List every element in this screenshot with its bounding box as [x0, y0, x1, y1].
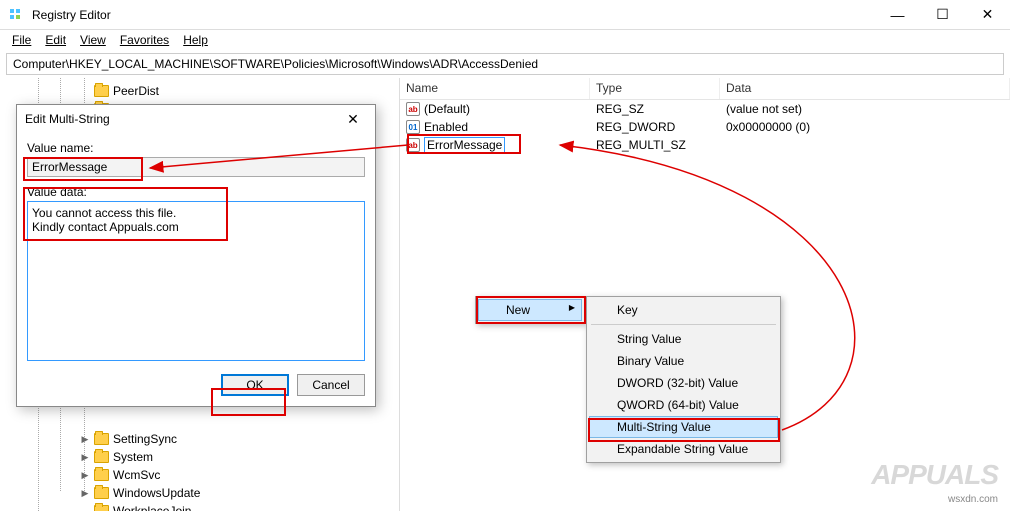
chevron-right-icon[interactable]: ▶ — [80, 434, 90, 445]
dword-value-icon: 01 — [406, 120, 420, 134]
window-buttons: — ☐ ✕ — [875, 1, 1010, 29]
value-name: (Default) — [424, 102, 470, 116]
col-name[interactable]: Name — [400, 78, 590, 99]
tree-item-windowsupdate[interactable]: ▶ WindowsUpdate — [4, 484, 399, 502]
value-row-default[interactable]: ab (Default) REG_SZ (value not set) — [400, 100, 1010, 118]
minimize-button[interactable]: — — [875, 1, 920, 29]
valuedata-label: Value data: — [27, 185, 365, 199]
window-title: Registry Editor — [32, 8, 875, 22]
value-name: Enabled — [424, 120, 468, 134]
ctx-item-qword[interactable]: QWORD (64-bit) Value — [589, 394, 778, 416]
chevron-right-icon[interactable]: ▶ — [80, 452, 90, 463]
value-name-edit[interactable]: ErrorMessage — [424, 137, 505, 153]
app-icon — [8, 7, 24, 23]
folder-icon — [94, 85, 109, 97]
ok-button[interactable]: OK — [221, 374, 289, 396]
context-menu-new: New ▶ — [475, 296, 585, 324]
menu-favorites[interactable]: Favorites — [114, 33, 175, 47]
string-value-icon: ab — [406, 102, 420, 116]
dialog-title: Edit Multi-String — [25, 112, 110, 126]
value-row-enabled[interactable]: 01 Enabled REG_DWORD 0x00000000 (0) — [400, 118, 1010, 136]
ctx-item-binary[interactable]: Binary Value — [589, 350, 778, 372]
edit-multistring-dialog: Edit Multi-String ✕ Value name: Value da… — [16, 104, 376, 407]
ctx-item-multistring[interactable]: Multi-String Value — [589, 416, 778, 438]
valuename-field[interactable] — [27, 157, 365, 177]
context-separator — [591, 324, 776, 325]
cancel-button[interactable]: Cancel — [297, 374, 365, 396]
folder-icon — [94, 433, 109, 445]
folder-icon — [94, 505, 109, 511]
close-button[interactable]: ✕ — [965, 1, 1010, 29]
menu-help[interactable]: Help — [177, 33, 214, 47]
submenu-arrow-icon: ▶ — [569, 303, 575, 312]
tree-label: WindowsUpdate — [113, 486, 200, 500]
menu-view[interactable]: View — [74, 33, 112, 47]
folder-icon — [94, 487, 109, 499]
tree-item-wcmsvc[interactable]: ▶ WcmSvc — [4, 466, 399, 484]
chevron-right-icon[interactable]: ▶ — [80, 470, 90, 481]
chevron-right-icon[interactable]: ▶ — [80, 488, 90, 499]
value-row-errormessage[interactable]: ab ErrorMessage REG_MULTI_SZ — [400, 136, 1010, 154]
value-type: REG_DWORD — [590, 120, 720, 134]
col-type[interactable]: Type — [590, 78, 720, 99]
tree-item-settingsync[interactable]: ▶ SettingSync — [4, 430, 399, 448]
maximize-button[interactable]: ☐ — [920, 1, 965, 29]
titlebar: Registry Editor — ☐ ✕ — [0, 0, 1010, 30]
tree-label: WcmSvc — [113, 468, 160, 482]
address-path: Computer\HKEY_LOCAL_MACHINE\SOFTWARE\Pol… — [13, 57, 538, 71]
string-value-icon: ab — [406, 138, 420, 152]
list-header: Name Type Data — [400, 78, 1010, 100]
value-type: REG_SZ — [590, 102, 720, 116]
tree-item-workplacejoin[interactable]: WorkplaceJoin — [4, 502, 399, 511]
valuedata-textarea[interactable]: You cannot access this file. Kindly cont… — [27, 201, 365, 361]
menu-edit[interactable]: Edit — [39, 33, 72, 47]
tree-item-peerdist[interactable]: PeerDist — [4, 82, 399, 100]
tree-label: SettingSync — [113, 432, 177, 446]
col-data[interactable]: Data — [720, 78, 1010, 99]
dialog-close-button[interactable]: ✕ — [339, 108, 367, 130]
menu-file[interactable]: File — [6, 33, 37, 47]
context-submenu-new: Key String Value Binary Value DWORD (32-… — [586, 296, 781, 463]
value-type: REG_MULTI_SZ — [590, 138, 720, 152]
tree-label: System — [113, 450, 153, 464]
ctx-item-expandable[interactable]: Expandable String Value — [589, 438, 778, 460]
folder-icon — [94, 469, 109, 481]
folder-icon — [94, 451, 109, 463]
ctx-item-new[interactable]: New ▶ — [478, 299, 582, 321]
watermark: APPUALS — [871, 459, 998, 491]
tree-label: PeerDist — [113, 84, 159, 98]
address-bar[interactable]: Computer\HKEY_LOCAL_MACHINE\SOFTWARE\Pol… — [6, 53, 1004, 75]
menubar: File Edit View Favorites Help — [0, 30, 1010, 50]
tree-label: WorkplaceJoin — [113, 504, 191, 511]
ctx-item-string[interactable]: String Value — [589, 328, 778, 350]
value-data: 0x00000000 (0) — [720, 120, 1010, 134]
credit: wsxdn.com — [948, 494, 998, 505]
tree-item-system[interactable]: ▶ System — [4, 448, 399, 466]
ctx-item-dword[interactable]: DWORD (32-bit) Value — [589, 372, 778, 394]
valuename-label: Value name: — [27, 141, 365, 155]
ctx-item-key[interactable]: Key — [589, 299, 778, 321]
value-data: (value not set) — [720, 102, 1010, 116]
